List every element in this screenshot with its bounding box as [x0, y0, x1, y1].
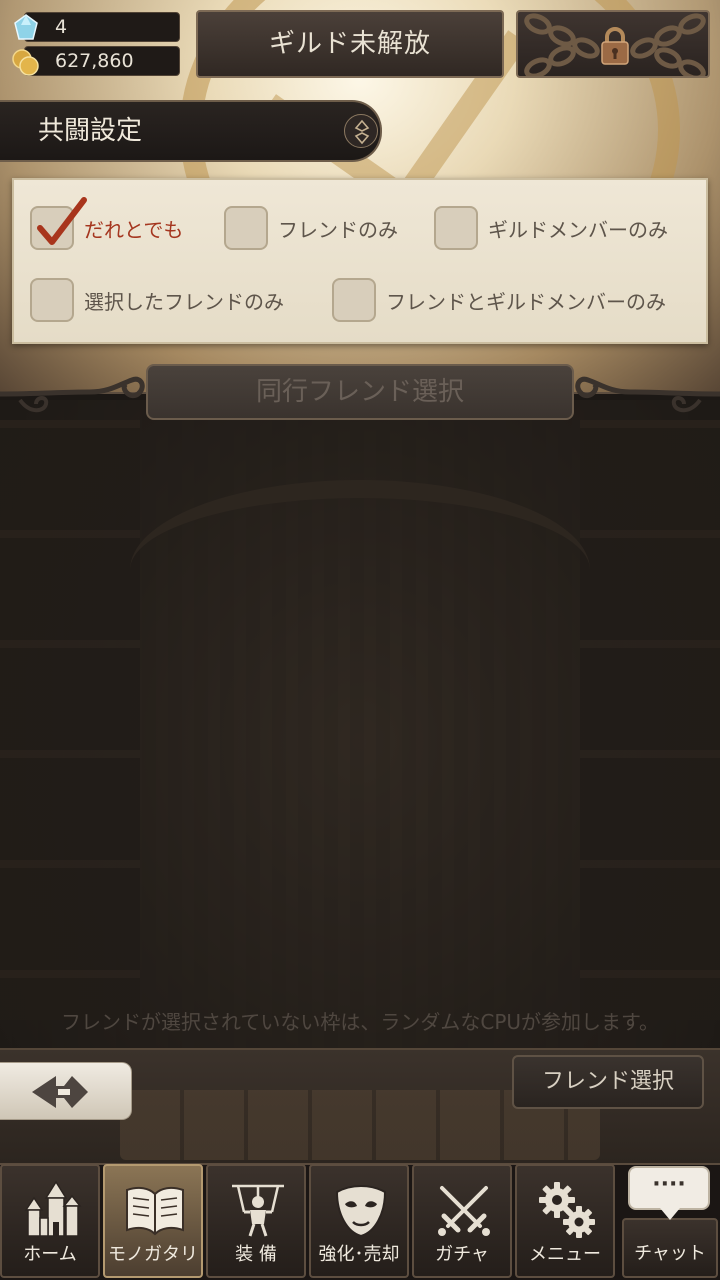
- coop-options-panel: だれとでも フレンドのみ ギルドメンバーのみ 選択したフレンドのみ フレンドとギ…: [12, 178, 708, 344]
- gem-counter: 4: [14, 12, 180, 42]
- coop-settings-title: 共闘設定: [38, 116, 143, 146]
- castle-icon: [24, 1180, 82, 1237]
- chat-bubble-dots: ····: [652, 1172, 686, 1197]
- option-label: フレンドのみ: [278, 217, 398, 242]
- option-anyone[interactable]: だれとでも: [30, 197, 184, 250]
- option-friends-only[interactable]: フレンドのみ: [224, 206, 398, 250]
- coin-icon: [12, 49, 39, 76]
- nav-label: ガチャ: [435, 1244, 489, 1265]
- friend-select-button[interactable]: フレンド選択: [512, 1055, 704, 1109]
- nav-home[interactable]: ホーム: [0, 1164, 100, 1278]
- checkbox[interactable]: [434, 206, 478, 250]
- guild-button-label: ギルド未解放: [268, 29, 431, 59]
- cpu-notice: フレンドが選択されていない枠は、ランダムなCPUが参加します。: [60, 1010, 660, 1034]
- scroll-ornament-right: [575, 376, 720, 413]
- nav-equipment[interactable]: 装 備: [206, 1164, 306, 1278]
- chat-bubble-icon[interactable]: ····: [628, 1166, 710, 1210]
- back-button[interactable]: [0, 1062, 132, 1120]
- checkmark-icon: [37, 197, 87, 245]
- option-label: フレンドとギルドメンバーのみ: [386, 289, 666, 314]
- option-friends-and-guild[interactable]: フレンドとギルドメンバーのみ: [332, 278, 666, 322]
- nav-menu[interactable]: メニュー: [515, 1164, 615, 1278]
- gears-icon: [539, 1182, 595, 1238]
- nav-label: 装 備: [235, 1244, 277, 1265]
- nav-label: ホーム: [23, 1244, 77, 1265]
- nav-label: 強化･売却: [318, 1244, 400, 1265]
- nav-label: チャット: [634, 1243, 706, 1264]
- nav-label: メニュー: [529, 1244, 601, 1265]
- coin-counter: 627,860: [12, 46, 180, 76]
- coop-settings-header: 共闘設定: [0, 100, 382, 162]
- nav-story[interactable]: モノガタリ: [103, 1164, 203, 1278]
- mask-icon: [335, 1185, 387, 1238]
- puppet-icon: [232, 1184, 284, 1237]
- coin-count: 627,860: [55, 50, 134, 72]
- nav-gacha[interactable]: ガチャ: [412, 1164, 512, 1278]
- diamond-chevron-icon: [354, 119, 370, 145]
- friend-select-label: フレンド選択: [541, 1069, 674, 1094]
- checkbox[interactable]: [30, 278, 74, 322]
- friend-select-section-title: 同行フレンド選択: [146, 364, 574, 420]
- swords-icon: [438, 1186, 490, 1236]
- back-arrow-icon: [32, 1076, 88, 1108]
- option-label: ギルドメンバーのみ: [488, 217, 668, 242]
- coop-settings-toggle[interactable]: [344, 114, 378, 148]
- section-title-label: 同行フレンド選択: [255, 377, 464, 407]
- checkbox[interactable]: [224, 206, 268, 250]
- option-label: だれとでも: [84, 217, 184, 242]
- option-label: 選択したフレンドのみ: [84, 289, 284, 314]
- nav-chat[interactable]: チャット: [622, 1218, 718, 1278]
- chat-bubble-tail: [660, 1208, 680, 1220]
- option-selected-friends-only[interactable]: 選択したフレンドのみ: [30, 278, 284, 322]
- nav-enhance-sell[interactable]: 強化･売却: [309, 1164, 409, 1278]
- book-icon: [126, 1186, 184, 1236]
- locked-button[interactable]: [516, 10, 710, 78]
- checkbox[interactable]: [30, 197, 87, 250]
- gem-icon: [14, 14, 38, 40]
- padlock-icon: [601, 27, 629, 65]
- dark-overlay: [0, 395, 720, 1050]
- nav-label: モノガタリ: [108, 1244, 198, 1265]
- checkbox[interactable]: [332, 278, 376, 322]
- option-guild-only[interactable]: ギルドメンバーのみ: [434, 206, 668, 250]
- gem-count: 4: [55, 16, 68, 38]
- guild-button[interactable]: ギルド未解放: [196, 10, 504, 78]
- scroll-ornament-left: [0, 376, 145, 413]
